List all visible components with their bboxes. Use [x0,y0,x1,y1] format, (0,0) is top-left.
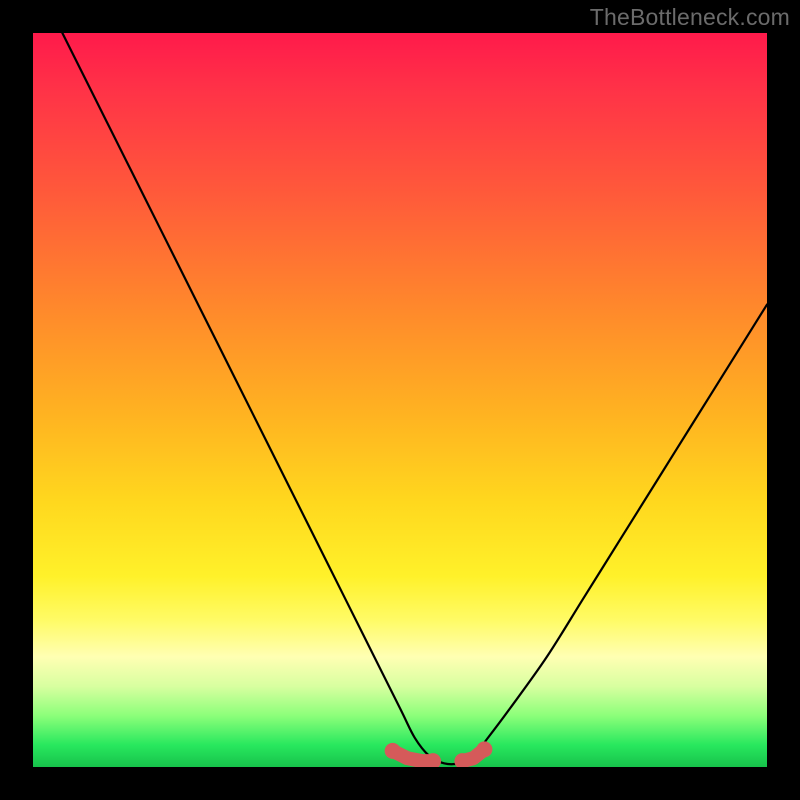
chart-svg [33,33,767,767]
marker-dot [385,743,401,759]
right-foot-marker [454,741,492,767]
marker-dot [476,741,492,757]
bottleneck-curve [62,33,767,764]
plot-area [33,33,767,767]
chart-frame: TheBottleneck.com [0,0,800,800]
watermark-text: TheBottleneck.com [590,4,790,31]
left-foot-marker [385,743,441,767]
curve-layer [62,33,767,764]
